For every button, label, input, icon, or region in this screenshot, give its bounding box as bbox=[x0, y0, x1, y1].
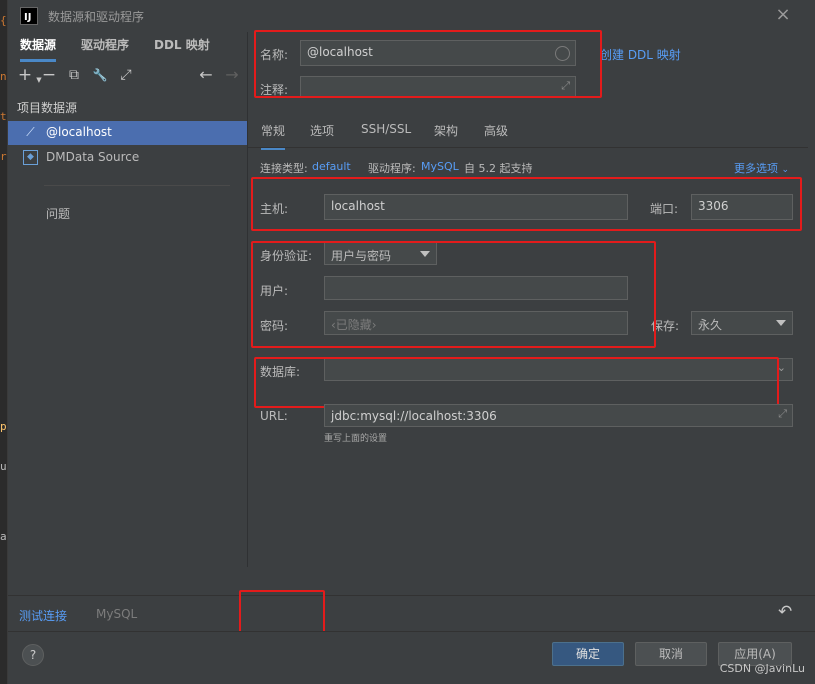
tab-datasources[interactable]: 数据源 bbox=[20, 36, 57, 62]
tab-options[interactable]: 选项 bbox=[310, 122, 334, 147]
wrench-icon[interactable]: 🔧 bbox=[91, 66, 109, 84]
save-label: 保存: bbox=[651, 319, 680, 333]
url-value: jdbc:mysql://localhost:3306 bbox=[331, 409, 497, 423]
comment-field[interactable]: ⤢ bbox=[300, 76, 576, 98]
database-select[interactable]: ⌄ bbox=[324, 358, 793, 381]
name-field[interactable]: @localhost bbox=[300, 40, 576, 66]
user-field[interactable] bbox=[324, 276, 628, 300]
dialog-footer: ? 确定 取消 应用(A) CSDN @JavinLu bbox=[8, 631, 815, 684]
expand-icon[interactable]: ⤢ bbox=[561, 79, 570, 93]
datasource-label: @localhost bbox=[46, 125, 112, 139]
cancel-button[interactable]: 取消 bbox=[635, 642, 707, 666]
url-note: 重写上面的设置 bbox=[324, 434, 388, 444]
dropdown-arrow-icon bbox=[776, 320, 786, 326]
driver-label: 驱动程序: bbox=[368, 162, 416, 175]
ok-button[interactable]: 确定 bbox=[552, 642, 624, 666]
editor-glyph: p bbox=[0, 420, 7, 433]
remove-icon[interactable]: − bbox=[40, 66, 58, 84]
forward-arrow-icon[interactable]: → bbox=[223, 66, 241, 84]
highlight-box bbox=[239, 590, 325, 634]
close-icon[interactable]: × bbox=[772, 5, 794, 27]
database-label: 数据库: bbox=[260, 365, 301, 379]
more-options-label: 更多选项 bbox=[734, 162, 778, 175]
editor-glyph: r bbox=[0, 150, 7, 163]
test-connection-link[interactable]: 测试连接 bbox=[19, 607, 67, 624]
name-value: @localhost bbox=[307, 45, 373, 59]
help-icon[interactable]: ? bbox=[22, 644, 44, 666]
driver-note: 自 5.2 起支持 bbox=[464, 162, 533, 175]
user-label: 用户: bbox=[260, 284, 289, 298]
datasource-item-localhost[interactable]: ⟋ @localhost bbox=[8, 121, 247, 145]
chevron-down-icon: ⌄ bbox=[781, 165, 790, 175]
host-label: 主机: bbox=[260, 202, 289, 216]
tab-general[interactable]: 常规 bbox=[261, 122, 286, 150]
driver-link[interactable]: MySQL bbox=[421, 160, 459, 173]
divider bbox=[44, 185, 230, 186]
window-title: 数据源和驱动程序 bbox=[48, 10, 145, 24]
datasource-dialog: IJ 数据源和驱动程序 × 数据源 驱动程序 DDL 映射 + ▼ − ⧉ 🔧 … bbox=[8, 0, 815, 684]
datasource-item-dmdata[interactable]: ◆ DMData Source bbox=[8, 146, 247, 170]
save-select[interactable]: 永久 bbox=[691, 311, 793, 335]
editor-glyph: a bbox=[0, 530, 7, 543]
connection-type-link[interactable]: default bbox=[312, 160, 351, 173]
tab-drivers[interactable]: 驱动程序 bbox=[81, 36, 129, 59]
expand-icon[interactable]: ⤢ bbox=[778, 407, 787, 421]
tab-schemas[interactable]: 架构 bbox=[434, 122, 458, 147]
color-circle-icon[interactable] bbox=[555, 46, 570, 61]
export-icon[interactable]: ⤢ bbox=[117, 66, 135, 84]
comment-label: 注释: bbox=[260, 83, 289, 97]
dm-icon: ◆ bbox=[23, 150, 38, 165]
port-field[interactable]: 3306 bbox=[691, 194, 793, 220]
right-pane: 名称: @localhost 创建 DDL 映射 注释: ⤢ 常规 选项 SSH… bbox=[248, 30, 808, 567]
password-label: 密码: bbox=[260, 319, 289, 333]
more-options-link[interactable]: 更多选项 ⌄ bbox=[734, 160, 789, 176]
connection-type-label: 连接类型: bbox=[260, 162, 308, 175]
tab-ssh-ssl[interactable]: SSH/SSL bbox=[361, 122, 411, 144]
watermark: CSDN @JavinLu bbox=[719, 662, 805, 675]
bottom-tabs: 测试连接 MySQL ↶ bbox=[8, 590, 815, 634]
datasource-label: DMData Source bbox=[46, 150, 140, 164]
left-pane: 数据源 驱动程序 DDL 映射 + ▼ − ⧉ 🔧 ⤢ ← → 项目数据源 ⟋ … bbox=[8, 32, 247, 567]
background-editor-edge: { n t r p u a bbox=[0, 0, 8, 684]
host-field[interactable]: localhost bbox=[324, 194, 628, 220]
intellij-logo-icon: IJ bbox=[20, 7, 38, 25]
mysql-icon: ⟋ bbox=[26, 125, 35, 139]
copy-icon[interactable]: ⧉ bbox=[65, 66, 83, 84]
save-value: 永久 bbox=[698, 318, 723, 332]
reset-icon[interactable]: ↶ bbox=[778, 602, 792, 622]
editor-glyph: { bbox=[0, 14, 7, 27]
chevron-down-icon: ⌄ bbox=[776, 361, 786, 374]
title-bar: IJ 数据源和驱动程序 × bbox=[8, 0, 815, 32]
auth-value: 用户与密码 bbox=[331, 249, 392, 263]
password-field[interactable]: ‹已隐藏› bbox=[324, 311, 628, 335]
tab-divider bbox=[248, 147, 808, 148]
back-arrow-icon[interactable]: ← bbox=[197, 66, 215, 84]
create-ddl-mapping-link[interactable]: 创建 DDL 映射 bbox=[600, 46, 681, 63]
problems-item[interactable]: 问题 bbox=[46, 205, 70, 222]
dropdown-arrow-icon bbox=[420, 251, 430, 257]
auth-label: 身份验证: bbox=[260, 249, 313, 263]
port-label: 端口: bbox=[650, 202, 679, 216]
auth-select[interactable]: 用户与密码 bbox=[324, 242, 437, 265]
tab-advanced[interactable]: 高级 bbox=[484, 122, 508, 147]
editor-glyph: t bbox=[0, 110, 7, 123]
url-label: URL: bbox=[260, 409, 288, 423]
editor-glyph: n bbox=[0, 70, 7, 83]
url-field[interactable]: jdbc:mysql://localhost:3306 ⤢ bbox=[324, 404, 793, 427]
left-toolbar: + ▼ − ⧉ 🔧 ⤢ ← → bbox=[8, 62, 247, 90]
mysql-tab[interactable]: MySQL bbox=[96, 607, 137, 621]
name-label: 名称: bbox=[260, 48, 289, 62]
project-datasources-title: 项目数据源 bbox=[17, 101, 78, 115]
editor-glyph: u bbox=[0, 460, 7, 473]
tab-ddl-mapping[interactable]: DDL 映射 bbox=[154, 36, 210, 59]
